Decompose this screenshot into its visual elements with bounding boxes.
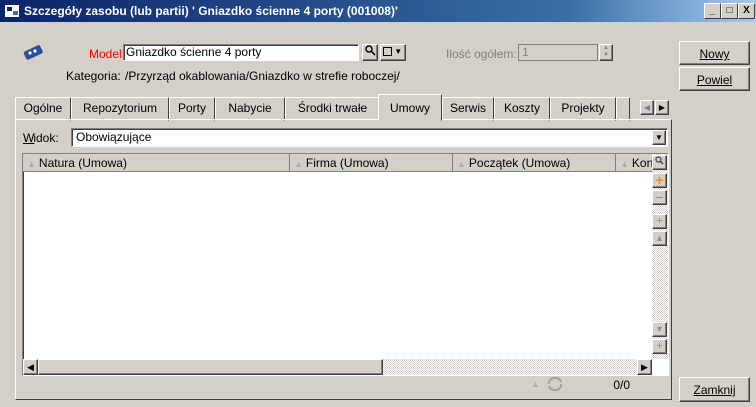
contracts-table: ▲ Natura (Umowa) ▲ Firma (Umowa) ▲ Początek… <box>22 153 669 376</box>
horizontal-scroll-thumb[interactable] <box>38 359 383 375</box>
duplicate-button[interactable]: Powiel <box>679 67 750 91</box>
collapse-button[interactable]: + <box>652 339 667 354</box>
minus-icon: − <box>655 189 664 205</box>
model-field[interactable]: Gniazdko ścienne 4 porty <box>123 44 359 61</box>
sort-icon: ▲ <box>531 379 540 389</box>
details-icon <box>383 47 392 57</box>
maximize-button[interactable]: □ <box>721 3 738 19</box>
tabs-scroll-left-button[interactable]: ◀ <box>640 100 654 115</box>
new-button-label: Nowy <box>699 47 730 61</box>
quantity-field[interactable]: 1 <box>518 44 598 61</box>
column-label: Firma (Umowa) <box>305 156 389 170</box>
chevron-down-icon: ▼ <box>655 133 663 142</box>
column-label: Początek (Umowa) <box>468 156 571 170</box>
tab-label: Porty <box>177 101 206 115</box>
tab-label: Koszty <box>503 101 540 115</box>
record-counter: 0/0 <box>613 378 630 392</box>
plus-icon: + <box>655 172 664 188</box>
tab-label: Środki trwałe <box>297 101 368 115</box>
tab-nabycie[interactable]: Nabycie <box>215 97 285 121</box>
tab-overflow[interactable] <box>616 97 630 121</box>
view-label: Widok: <box>23 131 59 145</box>
tab-serwis[interactable]: Serwis <box>442 97 494 121</box>
table-search-button[interactable] <box>652 155 667 170</box>
column-natura[interactable]: ▲ Natura (Umowa) <box>23 154 290 172</box>
category-label: Kategoria: <box>66 69 121 83</box>
quantity-spinner[interactable]: ▲ ▼ <box>599 44 613 61</box>
scroll-down-button[interactable]: ▼ <box>652 322 667 337</box>
tabs-scroll-right-button[interactable]: ▶ <box>655 100 669 115</box>
window-title: Szczegóły zasobu (lub partii) ' Gniazdko… <box>24 4 398 18</box>
cable-outlet-icon <box>23 45 43 60</box>
scroll-left-button[interactable]: ◀ <box>23 359 38 375</box>
arrow-right-icon: ▶ <box>641 362 648 372</box>
tab-porty[interactable]: Porty <box>169 97 215 121</box>
close-window-button[interactable]: X <box>738 3 755 19</box>
close-button-label: Zamknij <box>693 383 736 397</box>
magnifier-icon <box>655 156 664 165</box>
duplicate-button-label: Powiel <box>696 73 733 87</box>
arrow-down-icon: ▼ <box>655 324 664 334</box>
plus-small-icon: + <box>656 340 663 352</box>
arrow-right-icon: ▶ <box>658 103 666 112</box>
column-koniec[interactable]: ▲ Kon <box>616 154 656 172</box>
tab-repozytorium[interactable]: Repozytorium <box>71 97 169 121</box>
column-firma[interactable]: ▲ Firma (Umowa) <box>290 154 453 172</box>
minimize-button[interactable]: _ <box>704 3 721 19</box>
magnifier-icon <box>364 45 376 56</box>
tab-ogolne[interactable]: Ogólne <box>15 97 71 121</box>
tab-label: Projekty <box>561 101 605 115</box>
refresh-icon[interactable] <box>545 377 565 391</box>
model-details-button[interactable]: ▼ <box>380 44 406 61</box>
title-bar: Szczegóły zasobu (lub partii) ' Gniazdko… <box>0 0 756 22</box>
arrow-up-icon: ▲ <box>655 233 664 243</box>
tab-projekty[interactable]: Projekty <box>550 97 616 121</box>
quantity-value: 1 <box>522 45 529 59</box>
view-label-text: idok: <box>33 131 59 145</box>
tab-koszty[interactable]: Koszty <box>494 97 550 121</box>
scroll-right-button[interactable]: ▶ <box>637 359 652 375</box>
add-row-button[interactable]: + <box>652 173 667 188</box>
tab-label: Repozytorium <box>82 101 158 115</box>
model-search-button[interactable] <box>362 44 378 61</box>
arrow-left-icon: ◀ <box>643 103 651 112</box>
plus-small-icon: + <box>656 215 663 227</box>
remove-row-button[interactable]: − <box>652 190 667 205</box>
category-value: /Przyrząd okablowania/Gniazdko w strefie… <box>125 69 400 83</box>
table-header: ▲ Natura (Umowa) ▲ Firma (Umowa) ▲ Początek… <box>23 154 656 172</box>
column-label: Natura (Umowa) <box>38 156 127 170</box>
vertical-scrollbar[interactable]: + − + ▲ ▼ + <box>652 154 668 359</box>
quantity-label: Ilość ogółem: <box>446 47 517 61</box>
tab-label: Serwis <box>449 101 486 115</box>
expand-button[interactable]: + <box>652 214 667 229</box>
view-value: Obowiązujące <box>76 130 152 144</box>
tab-label: Ogólne <box>23 101 63 115</box>
view-dropdown-button[interactable]: ▼ <box>652 130 666 145</box>
scroll-up-button[interactable]: ▲ <box>652 231 667 246</box>
new-button[interactable]: Nowy <box>679 41 750 65</box>
asset-icon <box>5 5 19 17</box>
column-poczatek[interactable]: ▲ Początek (Umowa) <box>453 154 616 172</box>
horizontal-scrollbar[interactable]: ◀ ▶ <box>23 359 652 375</box>
tab-srodki-trwale[interactable]: Środki trwałe <box>285 97 380 121</box>
tab-label: Umowy <box>389 101 430 115</box>
view-select[interactable]: Obowiązujące ▼ <box>71 128 668 147</box>
model-label: Model: <box>89 47 126 61</box>
column-label: Kon <box>631 156 654 170</box>
model-value: Gniazdko ścienne 4 porty <box>126 45 262 59</box>
tab-label: Nabycie <box>228 101 272 115</box>
tab-umowy[interactable]: Umowy <box>378 94 442 121</box>
close-button[interactable]: Zamknij <box>679 377 750 402</box>
chevron-down-icon: ▼ <box>394 47 403 56</box>
arrow-left-icon: ◀ <box>27 362 34 372</box>
